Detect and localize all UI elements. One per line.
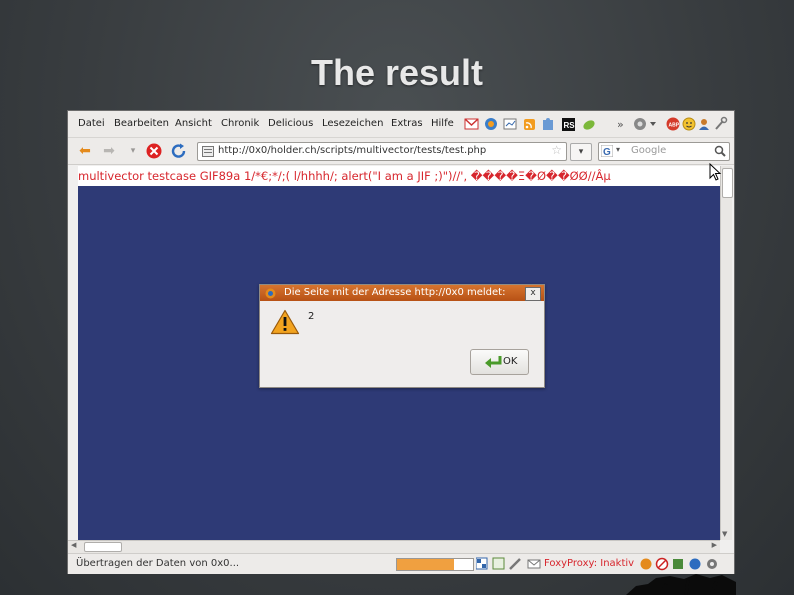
adblock-icon[interactable]: ABP <box>666 117 680 131</box>
dialog-title: Die Seite mit der Adresse http://0x0 mel… <box>284 287 506 298</box>
forward-dropdown-icon[interactable]: ▾ <box>124 143 142 159</box>
search-input[interactable]: G ▾ Google <box>598 142 730 161</box>
search-placeholder: Google <box>631 145 667 156</box>
svg-text:ABP: ABP <box>669 123 680 129</box>
status-shield-icon[interactable] <box>673 559 683 569</box>
status-grid-icon[interactable] <box>476 557 488 570</box>
smiley-icon[interactable] <box>682 117 696 131</box>
menu-datei[interactable]: Datei <box>78 118 105 129</box>
dialog-titlebar: Die Seite mit der Adresse http://0x0 mel… <box>260 285 544 301</box>
alert-dialog: Die Seite mit der Adresse http://0x0 mel… <box>259 284 545 388</box>
rs-icon[interactable]: RS <box>562 118 575 131</box>
hscroll-thumb[interactable] <box>84 542 122 552</box>
addon-gear-icon[interactable] <box>634 118 646 130</box>
magnifier-icon[interactable] <box>714 145 726 157</box>
page-text: multivector testcase GIF89a 1/*€;*/;( l/… <box>78 166 720 186</box>
dialog-close-button[interactable]: x <box>525 287 541 301</box>
gmail-icon[interactable] <box>464 118 479 130</box>
toolbar-addon-icons: RS » <box>464 118 656 132</box>
google-icon[interactable]: G <box>601 145 613 157</box>
page-favicon-icon <box>202 146 214 157</box>
progress-fill <box>397 559 454 570</box>
addon-chart-icon[interactable] <box>503 118 517 130</box>
status-text: Übertragen der Daten von 0x0... <box>76 558 240 569</box>
scroll-left-icon[interactable]: ◀ <box>71 541 76 549</box>
menu-bar: Datei Bearbeiten Ansicht Chronik Delicio… <box>68 111 734 138</box>
progress-bar <box>396 558 474 571</box>
status-s-icon[interactable] <box>689 558 701 570</box>
url-bar[interactable]: http://0x0/holder.ch/scripts/multivector… <box>197 142 567 161</box>
forward-arrow-icon[interactable]: ➡ <box>100 143 118 159</box>
user-icon[interactable] <box>699 119 709 130</box>
firefox-icon <box>265 288 276 299</box>
status-gear-icon[interactable] <box>707 559 717 569</box>
stop-icon[interactable] <box>145 143 163 159</box>
tool-wrench-icon[interactable] <box>715 116 728 130</box>
status-right-icons <box>640 557 717 571</box>
status-edit-icon[interactable] <box>509 558 521 570</box>
status-bar: Übertragen der Daten von 0x0... FoxyProx… <box>68 553 734 574</box>
menu-delicious[interactable]: Delicious <box>268 118 313 129</box>
menu-extras[interactable]: Extras <box>391 118 423 129</box>
addon-leaf-icon[interactable] <box>582 119 596 132</box>
menu-lesezeichen[interactable]: Lesezeichen <box>322 118 383 129</box>
status-addon-orange-icon[interactable] <box>640 558 652 570</box>
status-addon-icons <box>476 557 541 570</box>
rss-icon[interactable] <box>524 119 535 130</box>
scroll-down-icon[interactable]: ▼ <box>722 530 727 538</box>
dropdown-arrow-icon[interactable] <box>650 122 656 126</box>
menu-ansicht[interactable]: Ansicht <box>175 118 212 129</box>
menu-bearbeiten[interactable]: Bearbeiten <box>114 118 169 129</box>
addon-puzzle-icon[interactable] <box>543 118 553 130</box>
status-mail-icon[interactable] <box>527 559 541 569</box>
bookmark-star-icon[interactable]: ☆ <box>551 143 562 157</box>
engine-dropdown-icon[interactable]: ▾ <box>616 145 620 154</box>
menu-hilfe[interactable]: Hilfe <box>431 118 454 129</box>
slide-title: The result <box>310 52 484 93</box>
ok-label: OK <box>503 356 518 367</box>
url-text: http://0x0/holder.ch/scripts/multivector… <box>218 145 487 156</box>
status-chart-icon[interactable] <box>492 557 505 570</box>
status-noscript-icon[interactable] <box>655 557 669 571</box>
addon-globe-icon[interactable] <box>485 118 497 130</box>
ok-arrow-icon <box>485 356 502 368</box>
toolbar-right-icons: ABP <box>666 116 728 131</box>
svg-text:G: G <box>603 147 611 157</box>
ok-button[interactable]: OK <box>470 349 529 375</box>
dialog-message: 2 <box>308 311 315 322</box>
warning-icon <box>270 309 300 335</box>
mouse-cursor-icon <box>709 163 722 181</box>
navigation-toolbar: ⬅ ➡ ▾ http://0x0/holder.ch/scripts/multi… <box>68 138 734 165</box>
svg-text:RS: RS <box>564 121 576 130</box>
menu-chronik[interactable]: Chronik <box>221 118 259 129</box>
url-dropdown-button[interactable]: ▾ <box>570 143 592 161</box>
tree-silhouette-decoration <box>626 574 736 595</box>
horizontal-scrollbar[interactable]: ◀ ▶ <box>68 540 720 553</box>
overflow-chevron[interactable]: » <box>617 118 624 131</box>
back-arrow-icon[interactable]: ⬅ <box>76 143 94 159</box>
vertical-scrollbar[interactable]: ▼ <box>720 166 733 540</box>
scroll-thumb[interactable] <box>722 168 733 198</box>
foxyproxy-status[interactable]: FoxyProxy: Inaktiv <box>544 558 634 569</box>
scroll-right-icon[interactable]: ▶ <box>712 541 717 549</box>
reload-icon[interactable] <box>170 143 188 159</box>
